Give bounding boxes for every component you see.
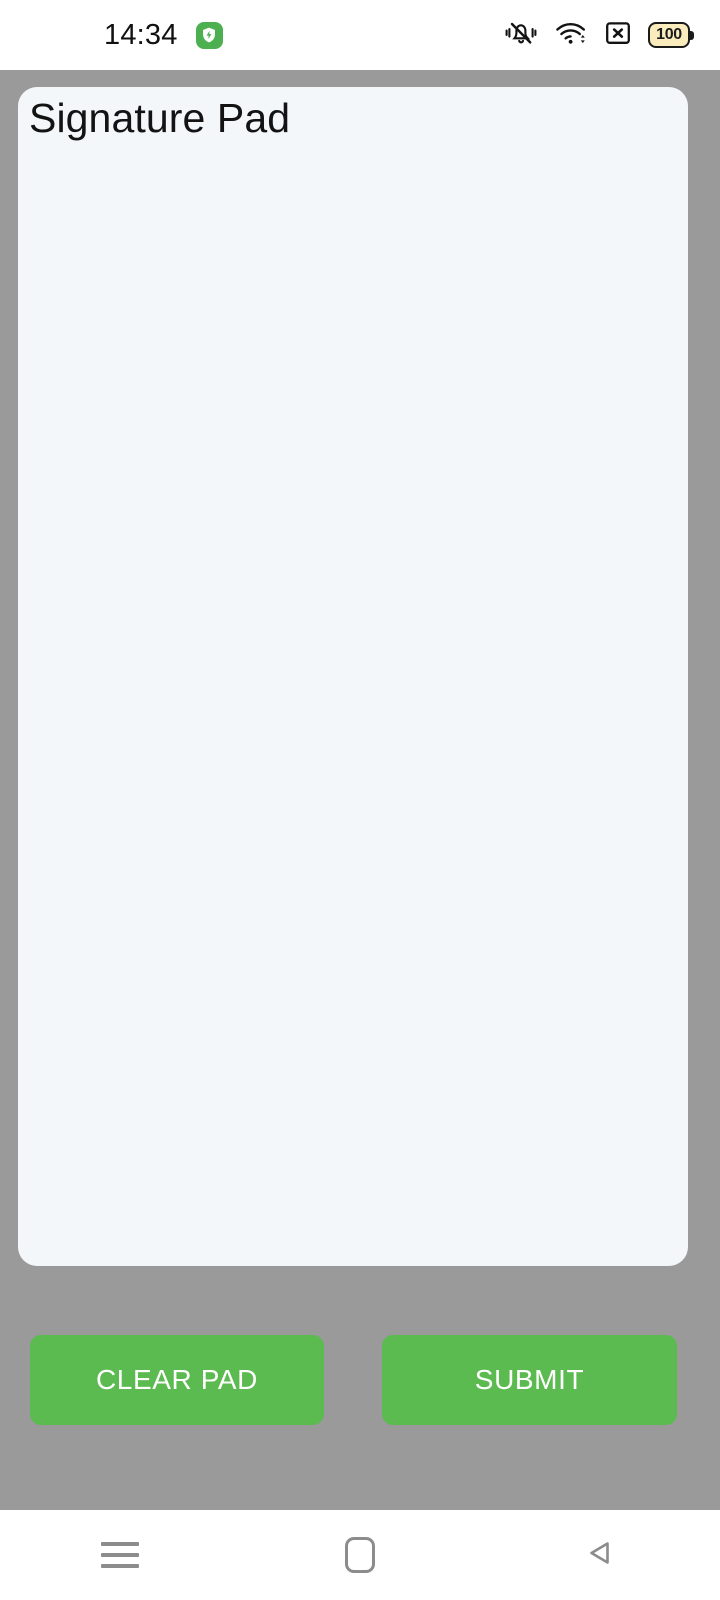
system-navigation-bar [0,1510,720,1600]
clear-pad-button[interactable]: CLEAR PAD [30,1335,324,1425]
battery-percent-label: 100 [656,26,682,43]
wifi-icon [554,19,588,52]
status-bar: 14:34 100 [0,0,720,70]
battery-tip [690,30,694,40]
back-button[interactable] [480,1510,720,1600]
recents-menu-button[interactable] [0,1510,240,1600]
green-shield-bolt-icon [195,21,223,49]
status-bar-left: 14:34 [0,18,223,51]
action-button-row: CLEAR PAD SUBMIT [0,1335,720,1425]
signature-drawing-area[interactable] [18,157,688,1266]
page-title: Signature Pad [29,95,291,141]
home-icon [345,1537,375,1573]
vibrate-bell-off-icon [504,19,538,52]
status-bar-right: 100 [504,19,694,52]
back-icon [580,1533,620,1578]
submit-button[interactable]: SUBMIT [382,1335,677,1425]
battery-indicator: 100 [648,21,694,49]
no-sim-x-box-icon [604,19,632,52]
status-bar-clock: 14:34 [104,18,178,51]
app-content-area: Signature Pad CLEAR PAD SUBMIT [0,70,720,1510]
signature-pad-card: Signature Pad [18,87,688,1266]
home-button[interactable] [240,1510,480,1600]
recents-menu-icon [101,1542,139,1568]
phone-screen: 14:34 100 Signature Pad CLEAR PAD SUBMIT [0,0,720,1600]
